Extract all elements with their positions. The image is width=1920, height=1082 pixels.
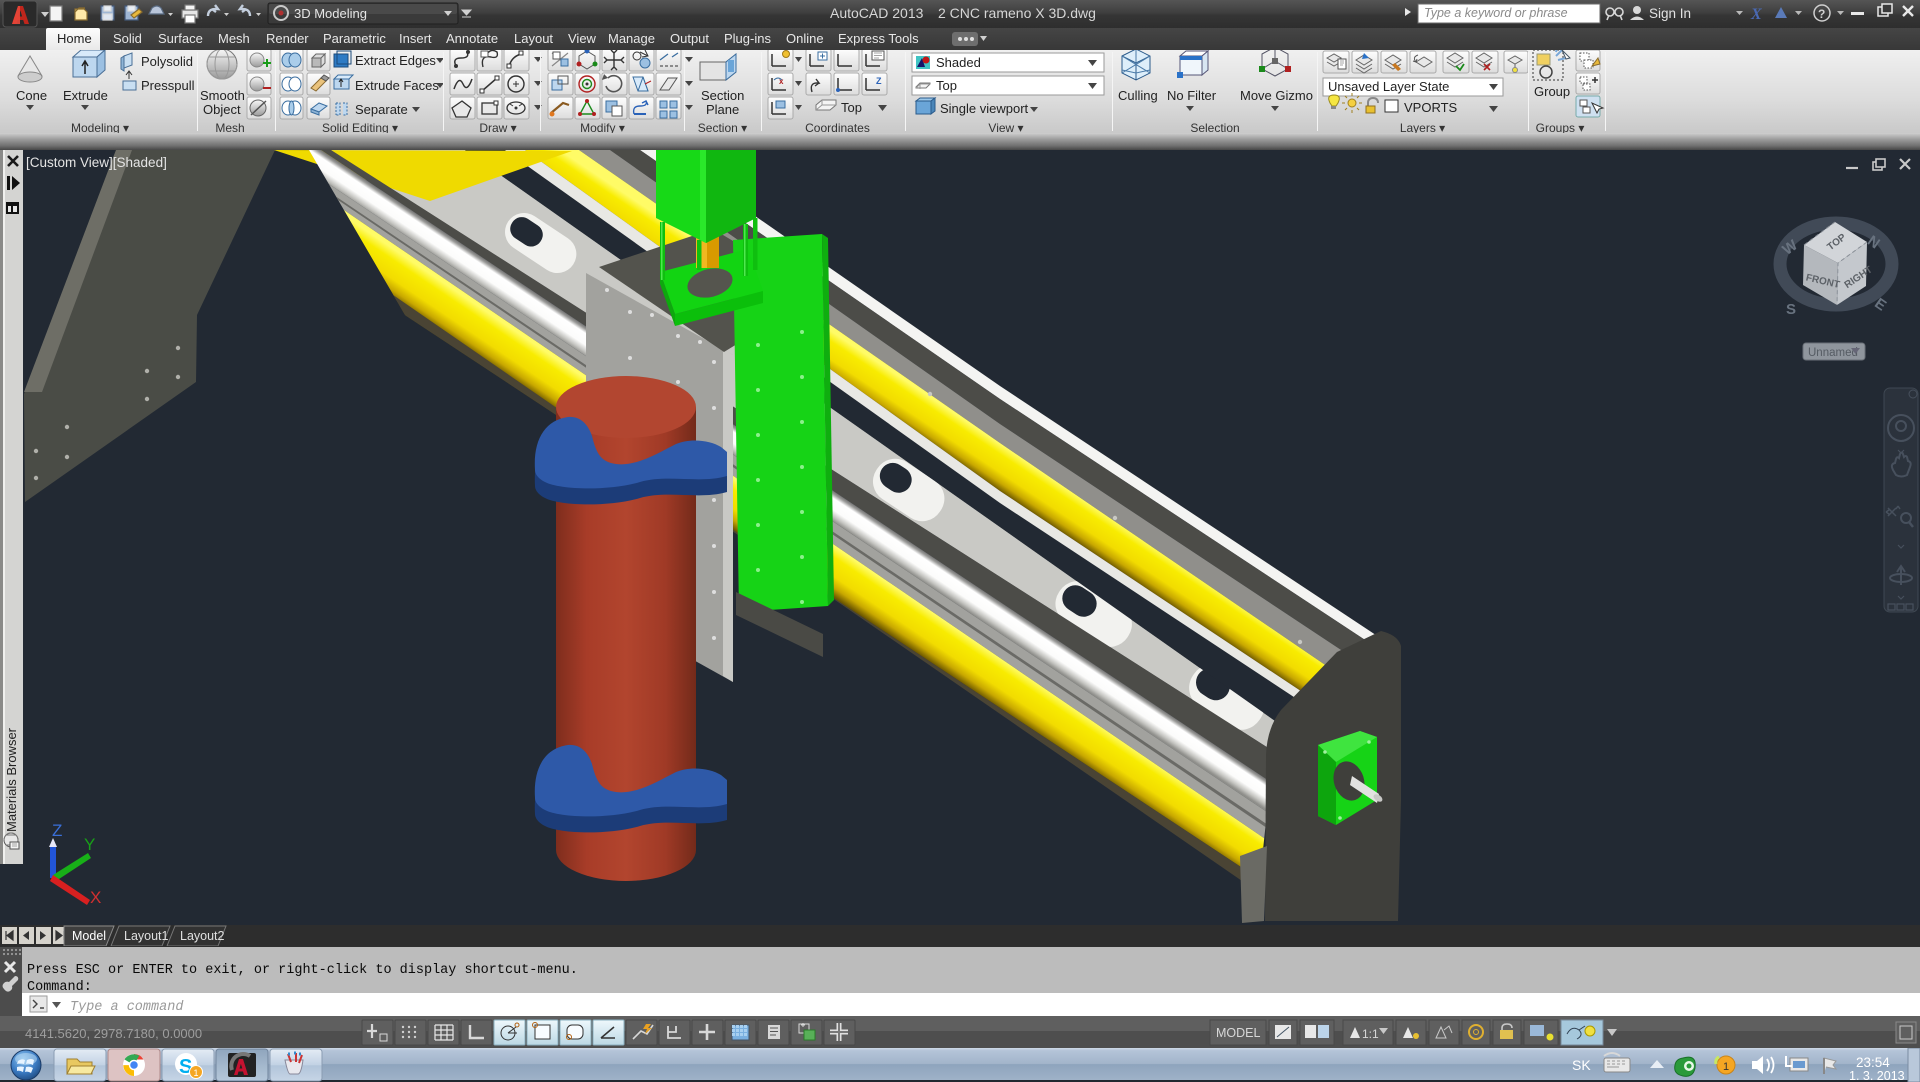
svg-text:1. 3. 2013: 1. 3. 2013 [1849, 1069, 1905, 1082]
svg-text:1:1: 1:1 [1362, 1027, 1379, 1041]
svg-text:MODEL: MODEL [1216, 1026, 1261, 1040]
svg-text:2 CNC rameno X 3D.dwg: 2 CNC rameno X 3D.dwg [938, 5, 1096, 21]
svg-text:3D Modeling: 3D Modeling [294, 6, 367, 21]
svg-text:Layout2: Layout2 [180, 929, 225, 943]
svg-text:Polysolid: Polysolid [141, 54, 193, 69]
svg-text:VPORTS: VPORTS [1404, 100, 1458, 115]
svg-text:1: 1 [1723, 1061, 1729, 1073]
svg-text:Extract Edges: Extract Edges [355, 53, 436, 68]
svg-text:Z: Z [52, 821, 62, 840]
svg-text:Plane: Plane [706, 102, 739, 117]
svg-text:Sign In: Sign In [1649, 6, 1691, 21]
svg-text:Type a command: Type a command [70, 1000, 184, 1015]
svg-text:SK: SK [1572, 1057, 1591, 1073]
svg-text:Press ESC or ENTER to exit, or: Press ESC or ENTER to exit, or right-cli… [27, 963, 578, 978]
svg-text:Extrude Faces: Extrude Faces [355, 78, 439, 93]
svg-text:Unnamed: Unnamed [1808, 347, 1858, 359]
svg-text:Y: Y [84, 835, 95, 854]
svg-text:Command:: Command: [27, 980, 92, 995]
svg-text:Culling: Culling [1118, 88, 1158, 103]
svg-text:Model: Model [72, 929, 106, 943]
svg-text:No Filter: No Filter [1167, 88, 1217, 103]
svg-text:X: X [1750, 6, 1762, 23]
svg-text:Top: Top [936, 78, 957, 93]
svg-text:X: X [90, 888, 101, 907]
svg-text:1: 1 [194, 1068, 199, 1078]
svg-text:Cone: Cone [16, 88, 47, 103]
svg-text:?: ? [1818, 7, 1825, 21]
svg-text:23:54: 23:54 [1856, 1055, 1890, 1070]
svg-text:Group: Group [1534, 84, 1570, 99]
svg-text:Materials Browser: Materials Browser [4, 727, 19, 832]
svg-text:Object: Object [203, 102, 241, 117]
svg-text:Smooth: Smooth [200, 88, 245, 103]
svg-text:Move Gizmo: Move Gizmo [1240, 88, 1313, 103]
svg-text:Single viewport: Single viewport [940, 101, 1029, 116]
svg-text:4141.5620, 2978.7180, 0.0000: 4141.5620, 2978.7180, 0.0000 [25, 1026, 202, 1041]
svg-text:Section: Section [701, 88, 744, 103]
svg-text:Type a keyword or phrase: Type a keyword or phrase [1424, 6, 1568, 20]
svg-text:AutoCAD 2013: AutoCAD 2013 [830, 5, 924, 21]
svg-text:Separate: Separate [355, 102, 408, 117]
svg-text:S: S [1786, 301, 1796, 318]
svg-text:Layout1: Layout1 [124, 929, 169, 943]
svg-text:Shaded: Shaded [936, 55, 981, 70]
svg-text:x: x [779, 77, 784, 86]
svg-text:Z: Z [876, 76, 882, 86]
svg-text:[Custom View][Shaded]: [Custom View][Shaded] [26, 155, 167, 170]
svg-text:Unsaved Layer State: Unsaved Layer State [1328, 79, 1449, 94]
svg-text:Presspull: Presspull [141, 78, 195, 93]
svg-text:Top: Top [841, 100, 862, 115]
svg-text:Extrude: Extrude [63, 88, 108, 103]
